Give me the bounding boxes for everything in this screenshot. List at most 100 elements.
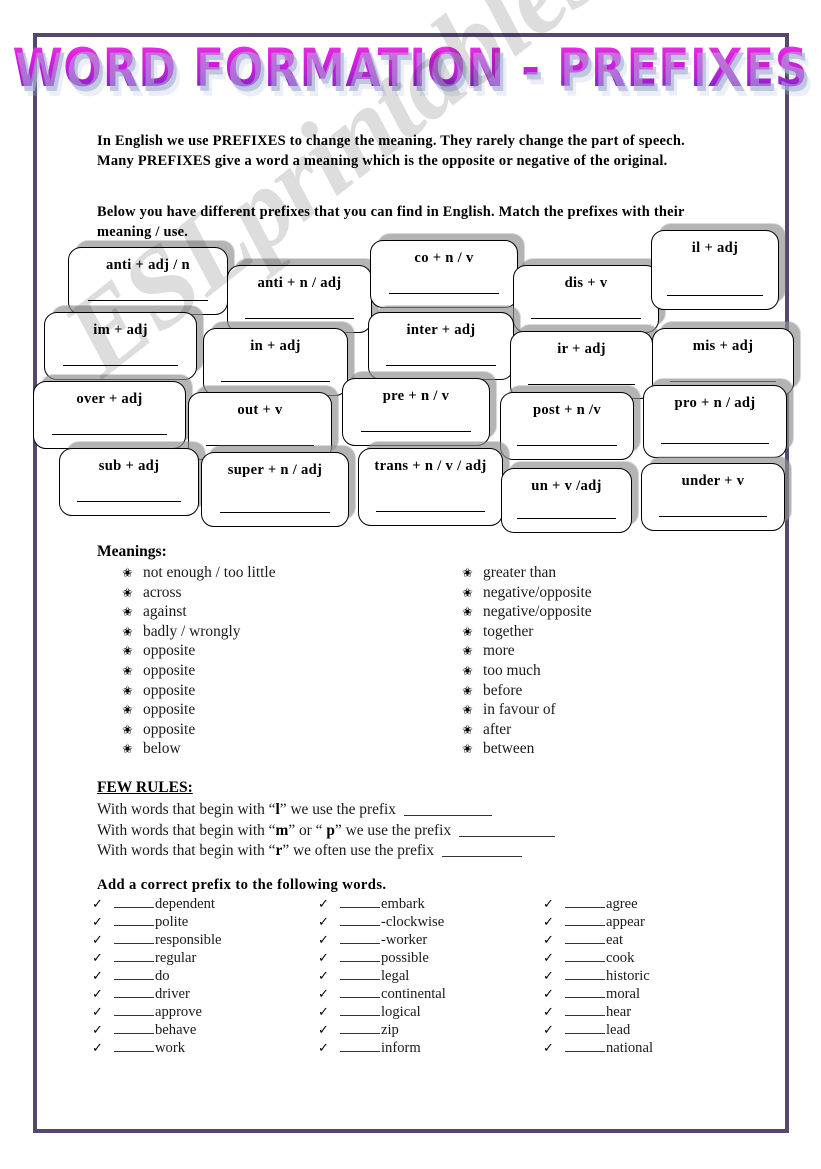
prefix-box[interactable]: co + n / v bbox=[370, 240, 518, 308]
exercise-word: possible bbox=[381, 950, 429, 966]
prefix-answer-line[interactable] bbox=[360, 431, 472, 432]
prefix-box-label: inter + adj bbox=[406, 322, 476, 338]
exercise-answer-blank[interactable] bbox=[340, 950, 380, 962]
prefix-answer-line[interactable] bbox=[531, 318, 641, 319]
prefix-answer-line[interactable] bbox=[219, 512, 331, 513]
prefix-answer-line[interactable] bbox=[221, 381, 330, 382]
check-mark-icon: ✓ bbox=[92, 932, 103, 947]
prefix-answer-line[interactable] bbox=[206, 445, 314, 446]
exercise-answer-blank[interactable] bbox=[114, 986, 154, 998]
meaning-text: negative/opposite bbox=[483, 583, 592, 601]
exercise-answer-blank[interactable] bbox=[114, 950, 154, 962]
prefix-answer-line[interactable] bbox=[527, 384, 636, 385]
meaning-text: greater than bbox=[483, 564, 557, 581]
meaning-list-item: ✬ between bbox=[462, 739, 592, 759]
exercise-list-item: ✓ cook bbox=[543, 949, 653, 967]
prefix-box[interactable]: inter + adj bbox=[368, 312, 514, 380]
prefix-box[interactable]: dis + v bbox=[513, 265, 659, 333]
exercise-answer-blank[interactable] bbox=[114, 914, 154, 926]
prefix-box[interactable]: il + adj bbox=[651, 230, 779, 310]
prefix-answer-line[interactable] bbox=[669, 381, 777, 382]
exercise-answer-blank[interactable] bbox=[114, 896, 154, 908]
prefix-answer-line[interactable] bbox=[659, 516, 767, 517]
prefix-box[interactable]: out + v bbox=[188, 392, 332, 460]
exercise-answer-blank[interactable] bbox=[114, 1022, 154, 1034]
exercise-answer-blank[interactable] bbox=[565, 1004, 605, 1016]
prefix-answer-line[interactable] bbox=[386, 365, 496, 366]
exercise-word: -clockwise bbox=[381, 914, 445, 930]
prefix-answer-line[interactable] bbox=[667, 295, 763, 296]
exercise-answer-blank[interactable] bbox=[340, 914, 380, 926]
prefix-box[interactable]: super + n / adj bbox=[201, 452, 349, 527]
exercise-heading: Add a correct prefix to the following wo… bbox=[97, 877, 387, 893]
prefix-answer-line[interactable] bbox=[76, 501, 182, 502]
prefix-box[interactable]: pro + n / adj bbox=[643, 385, 787, 458]
rule-answer-blank[interactable] bbox=[441, 844, 522, 858]
prefix-answer-line[interactable] bbox=[52, 434, 167, 435]
prefix-box[interactable]: over + adj bbox=[33, 381, 186, 449]
meaning-text: badly / wrongly bbox=[143, 622, 241, 640]
exercise-answer-blank[interactable] bbox=[340, 1004, 380, 1016]
exercise-word: moral bbox=[606, 986, 641, 1002]
exercise-answer-blank[interactable] bbox=[565, 1040, 605, 1052]
prefix-answer-line[interactable] bbox=[376, 511, 485, 512]
exercise-answer-blank[interactable] bbox=[565, 932, 605, 944]
prefix-answer-line[interactable] bbox=[388, 293, 500, 294]
prefix-answer-line[interactable] bbox=[63, 365, 178, 366]
star-bullet-icon: ✬ bbox=[462, 741, 473, 757]
exercise-answer-blank[interactable] bbox=[340, 932, 380, 944]
exercise-answer-blank[interactable] bbox=[114, 932, 154, 944]
star-bullet-icon: ✬ bbox=[462, 565, 473, 580]
exercise-answer-blank[interactable] bbox=[565, 1022, 605, 1034]
star-bullet-icon: ✬ bbox=[122, 702, 133, 718]
intro-paragraph-1: In English we use PREFIXES to change the… bbox=[97, 133, 685, 169]
prefix-box[interactable]: anti + adj / n bbox=[68, 247, 228, 315]
prefix-box[interactable]: in + adj bbox=[203, 328, 348, 396]
exercise-answer-blank[interactable] bbox=[565, 914, 605, 926]
prefix-box[interactable]: under + v bbox=[641, 463, 785, 531]
prefix-box[interactable]: im + adj bbox=[44, 312, 197, 380]
exercise-answer-blank[interactable] bbox=[340, 1040, 380, 1052]
check-mark-icon: ✓ bbox=[92, 1040, 103, 1055]
check-mark-icon: ✓ bbox=[92, 1004, 103, 1019]
exercise-answer-blank[interactable] bbox=[340, 968, 380, 980]
rule-answer-blank[interactable] bbox=[459, 824, 555, 837]
meaning-list-item: ✬ opposite bbox=[122, 661, 276, 681]
exercise-answer-blank[interactable] bbox=[565, 950, 605, 962]
exercise-answer-blank[interactable] bbox=[340, 896, 380, 908]
prefix-box[interactable]: anti + n / adj bbox=[227, 265, 372, 333]
prefix-answer-line[interactable] bbox=[516, 445, 618, 446]
exercise-list-item: ✓ appear bbox=[543, 913, 653, 931]
prefix-box[interactable]: sub + adj bbox=[59, 448, 199, 516]
prefix-box[interactable]: pre + n / v bbox=[342, 378, 490, 446]
exercise-answer-blank[interactable] bbox=[340, 1022, 380, 1034]
prefix-box[interactable]: un + v /adj bbox=[501, 468, 632, 533]
check-mark-icon: ✓ bbox=[543, 986, 554, 1001]
star-bullet-icon: ✬ bbox=[122, 623, 133, 639]
meaning-text: against bbox=[143, 603, 187, 621]
exercise-answer-blank[interactable] bbox=[114, 1004, 154, 1016]
exercise-answer-blank[interactable] bbox=[565, 986, 605, 998]
star-bullet-icon: ✬ bbox=[462, 682, 473, 698]
exercise-answer-blank[interactable] bbox=[565, 968, 605, 980]
exercise-answer-blank[interactable] bbox=[114, 968, 154, 980]
prefix-box-label: mis + adj bbox=[692, 338, 754, 354]
prefix-box[interactable]: ir + adj bbox=[510, 331, 653, 399]
exercise-answer-blank[interactable] bbox=[340, 986, 380, 998]
prefix-answer-line[interactable] bbox=[245, 318, 354, 319]
exercise-list-item: ✓ regular bbox=[92, 949, 221, 967]
prefix-answer-line[interactable] bbox=[87, 300, 209, 301]
exercise-list-item: ✓ zip bbox=[318, 1021, 446, 1039]
prefix-box[interactable]: trans + n / v / adj bbox=[358, 448, 503, 526]
prefix-box[interactable]: post + n /v bbox=[500, 392, 634, 460]
star-bullet-icon: ✬ bbox=[122, 584, 133, 600]
prefix-answer-line[interactable] bbox=[517, 518, 616, 519]
meaning-list-item: ✬ negative/opposite bbox=[462, 583, 592, 603]
prefix-answer-line[interactable] bbox=[661, 443, 769, 444]
meaning-text: before bbox=[483, 681, 523, 699]
exercise-answer-blank[interactable] bbox=[114, 1040, 154, 1052]
rule-answer-blank[interactable] bbox=[403, 803, 492, 816]
exercise-answer-blank[interactable] bbox=[565, 896, 605, 908]
exercise-list-item: ✓ driver bbox=[92, 985, 221, 1003]
check-mark-icon: ✓ bbox=[318, 914, 329, 929]
